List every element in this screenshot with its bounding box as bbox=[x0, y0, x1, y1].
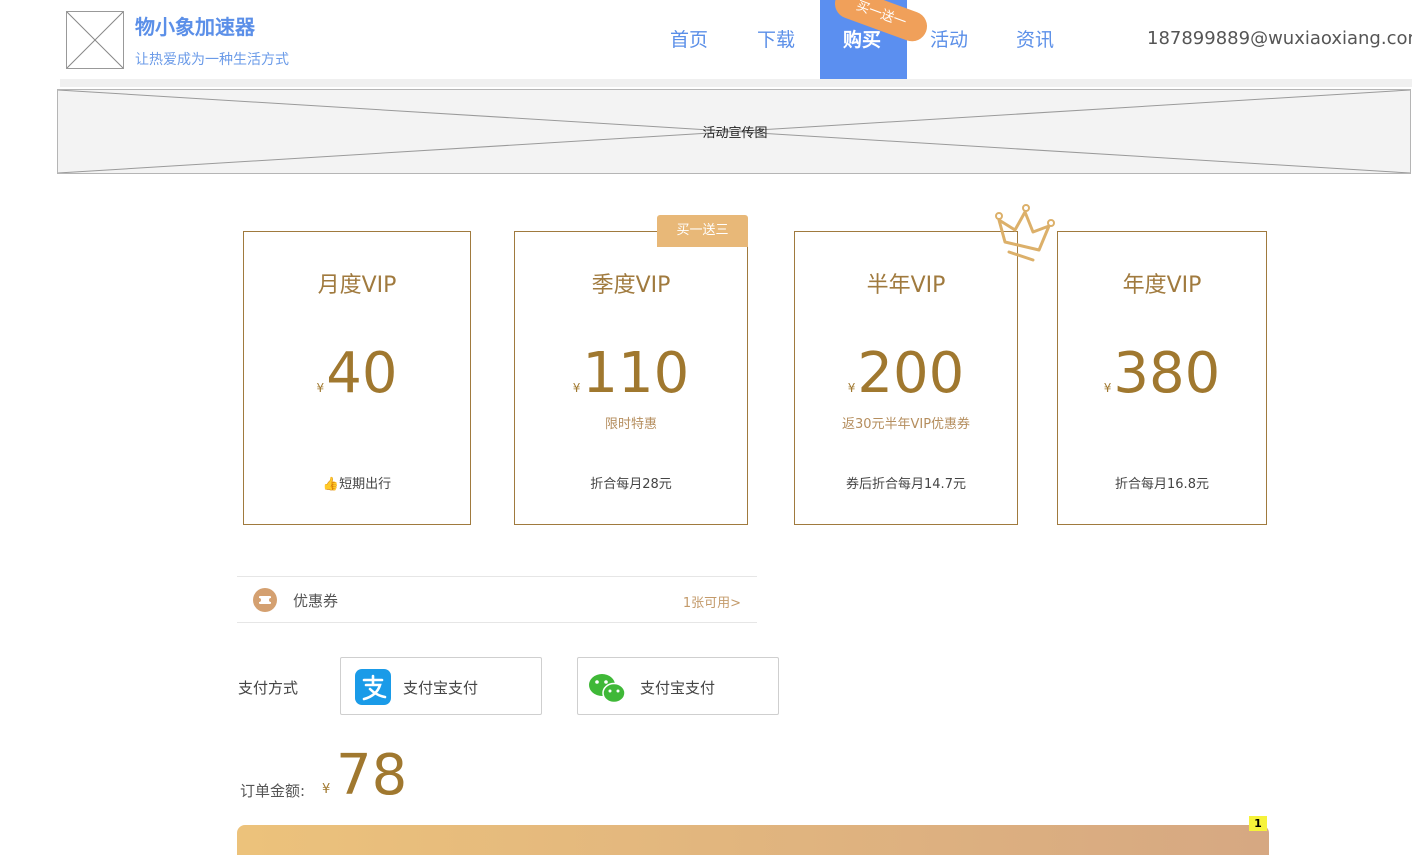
wechat-icon bbox=[589, 674, 626, 704]
coupon-label: 优惠券 bbox=[293, 592, 339, 610]
brand-title: 物小象加速器 bbox=[135, 15, 255, 39]
plan-name: 年度VIP bbox=[1122, 273, 1202, 298]
currency-symbol: ¥ bbox=[316, 381, 325, 395]
coupon-available-link[interactable]: 1张可用> bbox=[683, 592, 741, 611]
price-value: 40 bbox=[326, 341, 398, 406]
nav-news[interactable]: 资讯 bbox=[1016, 25, 1054, 52]
plan-footer-text: 短期出行 bbox=[339, 477, 392, 492]
order-currency: ¥ bbox=[322, 782, 331, 797]
annotation-badge: 1 bbox=[1249, 816, 1267, 831]
promo-banner[interactable]: 活动宣传图 bbox=[57, 89, 1411, 174]
plan-promo-tag: 买一送三 bbox=[657, 215, 748, 247]
image-placeholder-icon bbox=[67, 12, 123, 68]
plan-name: 季度VIP bbox=[591, 273, 671, 298]
plan-price: ¥380 bbox=[1058, 340, 1266, 408]
banner-label: 活动宣传图 bbox=[702, 126, 768, 141]
price-value: 110 bbox=[582, 341, 690, 406]
plan-price: ¥200 bbox=[795, 340, 1017, 408]
coupon-row[interactable]: 优惠券 1张可用> bbox=[237, 576, 757, 623]
thumbs-up-icon: 👍 bbox=[322, 477, 340, 492]
logo-placeholder bbox=[66, 11, 124, 69]
plan-footer: 券后折合每月14.7元 bbox=[846, 477, 966, 492]
crown-icon bbox=[995, 204, 1055, 262]
order-amount-value: 78 bbox=[336, 743, 408, 808]
nav-home[interactable]: 首页 bbox=[670, 25, 708, 52]
plan-card-monthly[interactable]: 月度VIP ¥40 👍短期出行 bbox=[243, 231, 471, 525]
wechat-pay-button[interactable]: 支付宝支付 bbox=[577, 657, 779, 715]
currency-symbol: ¥ bbox=[1103, 381, 1112, 395]
plan-card-half-year[interactable]: 半年VIP ¥200 返30元半年VIP优惠券 券后折合每月14.7元 bbox=[794, 231, 1018, 525]
plan-price: ¥110 bbox=[515, 340, 747, 408]
price-value: 200 bbox=[857, 341, 965, 406]
ticket-icon bbox=[253, 588, 277, 612]
header-divider bbox=[60, 79, 1412, 87]
plan-card-quarterly[interactable]: 季度VIP ¥110 限时特惠 折合每月28元 bbox=[514, 231, 748, 525]
user-email[interactable]: 187899889@wuxiaoxiang.com bbox=[1147, 28, 1412, 49]
submit-order-button[interactable] bbox=[237, 825, 1269, 855]
plan-footer: 折合每月28元 bbox=[590, 477, 672, 492]
plan-footer: 折合每月16.8元 bbox=[1115, 477, 1209, 492]
payment-method-label: 支付方式 bbox=[238, 679, 299, 697]
nav-activity[interactable]: 活动 bbox=[930, 25, 968, 52]
plan-name: 月度VIP bbox=[317, 273, 397, 298]
price-value: 380 bbox=[1113, 341, 1221, 406]
wechat-pay-label: 支付宝支付 bbox=[640, 679, 716, 697]
alipay-icon bbox=[355, 669, 391, 705]
plan-note: 限时特惠 bbox=[604, 417, 657, 432]
alipay-button[interactable]: 支付宝支付 bbox=[340, 657, 542, 715]
brand-slogan: 让热爱成为一种生活方式 bbox=[135, 52, 289, 68]
plan-footer: 👍短期出行 bbox=[244, 473, 470, 492]
currency-symbol: ¥ bbox=[572, 381, 581, 395]
plan-name: 半年VIP bbox=[866, 273, 946, 298]
nav-download[interactable]: 下载 bbox=[757, 25, 795, 52]
alipay-label: 支付宝支付 bbox=[403, 679, 479, 697]
plan-note: 返30元半年VIP优惠券 bbox=[841, 417, 971, 432]
plan-price: ¥40 bbox=[244, 340, 470, 408]
currency-symbol: ¥ bbox=[847, 381, 856, 395]
order-amount-label: 订单金额: bbox=[240, 782, 306, 800]
plan-card-yearly[interactable]: 年度VIP ¥380 折合每月16.8元 bbox=[1057, 231, 1267, 525]
